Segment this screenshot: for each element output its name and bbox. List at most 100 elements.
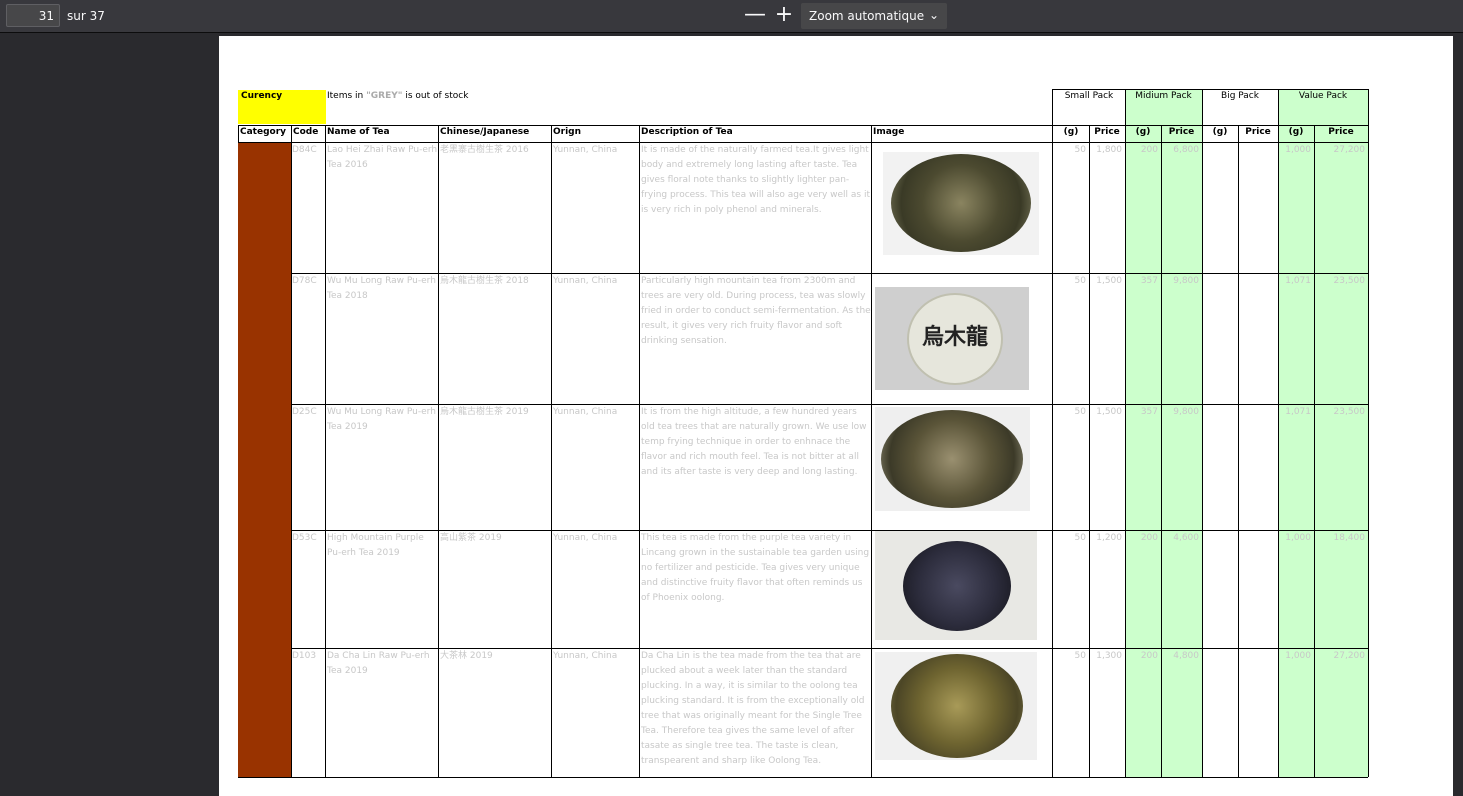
- page-count-label: sur 37: [67, 9, 105, 23]
- header-image: Image: [873, 127, 905, 137]
- row-2-origin: Yunnan, China: [553, 276, 618, 286]
- row-2-value-price: 23,500: [1333, 276, 1366, 286]
- row-2-small-price: 1,500: [1096, 276, 1122, 286]
- row-1-code: D84C: [292, 145, 317, 155]
- header-big-g: (g): [1212, 127, 1228, 137]
- row-3-value-g: 1,071: [1285, 407, 1311, 417]
- row-2-description: Particularly high mountain tea from 2300…: [641, 276, 871, 346]
- page-number-input[interactable]: [6, 4, 60, 27]
- row-5-small-g: 50: [1074, 651, 1086, 661]
- row-2-name: Wu Mu Long Raw Pu-erh Tea 2018: [327, 276, 436, 301]
- header-category: Category: [240, 127, 287, 137]
- header-small-g: (g): [1063, 127, 1079, 137]
- row-2-chinese: 烏木龍古樹生茶 2018: [440, 276, 529, 286]
- pack-label-medium: Midium Pack: [1135, 91, 1192, 101]
- row-3-description: It is from the high altitude, a few hund…: [641, 407, 867, 477]
- header-chinese: Chinese/Japanese: [440, 127, 530, 137]
- row-2-image-text: 烏木龍: [921, 324, 988, 350]
- pdf-page: Curency Items in "GREY" is out of stock …: [219, 36, 1453, 796]
- pack-label-small: Small Pack: [1064, 91, 1114, 101]
- row-3-name: Wu Mu Long Raw Pu-erh Tea 2019: [327, 407, 436, 432]
- row-2-mid-price: 9,800: [1173, 276, 1199, 286]
- row-5-chinese: 大茶林 2019: [440, 651, 493, 661]
- stock-note-prefix: Items in: [327, 91, 367, 101]
- zoom-out-button[interactable]: —: [742, 4, 768, 28]
- row-4-value-price: 18,400: [1333, 533, 1366, 543]
- row-2-mid-g: 357: [1140, 276, 1158, 286]
- row-5-small-price: 1,300: [1096, 651, 1122, 661]
- stock-note: Items in "GREY" is out of stock: [327, 91, 627, 102]
- row-5-description: Da Cha Lin is the tea made from the tea …: [641, 651, 865, 766]
- pack-label-value: Value Pack: [1298, 91, 1348, 101]
- row-2-value-g: 1,071: [1285, 276, 1311, 286]
- row-3-small-g: 50: [1074, 407, 1086, 417]
- row-3-chinese: 烏木龍古樹生茶 2019: [440, 407, 529, 417]
- row-4-origin: Yunnan, China: [553, 533, 618, 543]
- zoom-select[interactable]: Zoom automatique ⌄: [801, 3, 947, 29]
- header-description: Description of Tea: [641, 127, 733, 137]
- header-small-price: Price: [1094, 127, 1120, 137]
- row-4-mid-g: 200: [1140, 533, 1158, 543]
- row-1-mid-g: 200: [1140, 145, 1158, 155]
- row-5-mid-g: 200: [1140, 651, 1158, 661]
- row-1-chinese: 老黑寨古樹生茶 2016: [440, 145, 529, 155]
- header-mid-g: (g): [1135, 127, 1151, 137]
- row-3-code: D25C: [292, 407, 317, 417]
- currency-cell: Curency: [238, 90, 326, 124]
- row-3-value-price: 23,500: [1333, 407, 1366, 417]
- row-4-mid-price: 4,600: [1173, 533, 1199, 543]
- header-mid-price: Price: [1168, 127, 1195, 137]
- row-5-image: [875, 652, 1037, 760]
- row-1-value-price: 27,200: [1333, 145, 1366, 155]
- row-5-mid-price: 4,800: [1173, 651, 1199, 661]
- green-column-medium: [1125, 89, 1202, 777]
- row-1-description: It is made of the naturally farmed tea.I…: [641, 145, 870, 215]
- header-origin: Orign: [553, 127, 582, 137]
- zoom-in-button[interactable]: +: [771, 4, 797, 28]
- row-5-origin: Yunnan, China: [553, 651, 618, 661]
- plus-icon: +: [774, 2, 794, 27]
- row-4-small-g: 50: [1074, 533, 1086, 543]
- row-1-value-g: 1,000: [1285, 145, 1311, 155]
- stock-note-suffix: is out of stock: [402, 91, 469, 101]
- category-color-cell: [238, 143, 291, 777]
- header-value-g: (g): [1288, 127, 1304, 137]
- row-1-name: Lao Hei Zhai Raw Pu-erh Tea 2016: [327, 145, 438, 170]
- row-1-mid-price: 6,800: [1173, 145, 1199, 155]
- row-1-small-price: 1,800: [1096, 145, 1122, 155]
- header-value-price: Price: [1328, 127, 1354, 137]
- row-5-value-price: 27,200: [1333, 651, 1366, 661]
- row-3-origin: Yunnan, China: [553, 407, 618, 417]
- row-5-name: Da Cha Lin Raw Pu-erh Tea 2019: [327, 651, 430, 676]
- row-4-name: High Mountain Purple Pu-erh Tea 2019: [327, 533, 424, 558]
- row-4-small-price: 1,200: [1096, 533, 1122, 543]
- row-5-value-g: 1,000: [1285, 651, 1311, 661]
- row-2-image: 烏木龍: [875, 287, 1029, 390]
- zoom-select-label: Zoom automatique: [809, 9, 925, 23]
- row-2-code: D78C: [292, 276, 317, 286]
- row-3-mid-g: 357: [1140, 407, 1158, 417]
- pdf-toolbar: sur 37 — + Zoom automatique ⌄: [0, 0, 1463, 33]
- stock-note-grey: "GREY": [366, 91, 403, 101]
- chevron-down-icon: ⌄: [928, 8, 939, 22]
- minus-icon: —: [744, 2, 766, 27]
- row-2-small-g: 50: [1074, 276, 1086, 286]
- row-1-image: [883, 152, 1039, 255]
- row-3-small-price: 1,500: [1096, 407, 1122, 417]
- header-code: Code: [293, 127, 319, 137]
- currency-label: Curency: [241, 91, 283, 101]
- vertical-scrollbar[interactable]: [1453, 33, 1463, 791]
- row-1-small-g: 50: [1074, 145, 1086, 155]
- row-4-image: [875, 531, 1037, 640]
- row-4-code: D53C: [292, 533, 317, 543]
- row-3-image: [875, 407, 1030, 511]
- header-name: Name of Tea: [327, 127, 390, 137]
- row-4-value-g: 1,000: [1285, 533, 1311, 543]
- green-column-value: [1278, 89, 1368, 777]
- row-5-code: D103: [292, 651, 317, 661]
- row-4-chinese: 高山紫茶 2019: [440, 533, 502, 543]
- row-3-mid-price: 9,800: [1173, 407, 1199, 417]
- header-big-price: Price: [1245, 127, 1271, 137]
- row-1-origin: Yunnan, China: [553, 145, 618, 155]
- row-4-description: This tea is made from the purple tea var…: [641, 533, 870, 603]
